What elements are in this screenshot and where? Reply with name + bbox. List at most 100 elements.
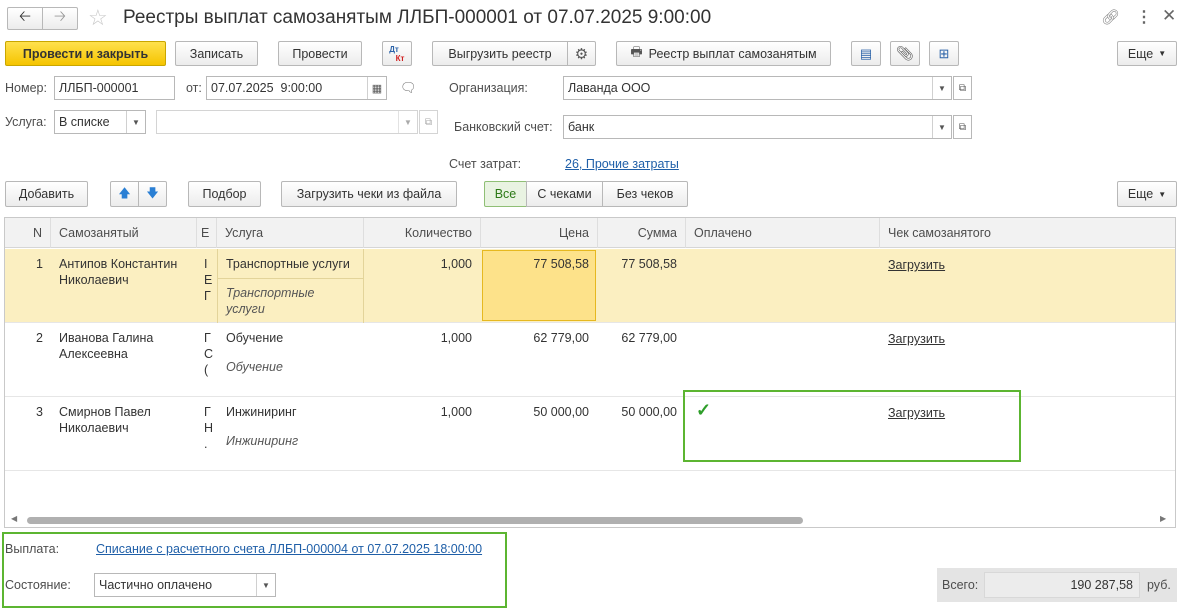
organization-value: Лаванда ООО	[568, 81, 651, 95]
save-button[interactable]: Записать	[175, 41, 258, 66]
service-dropdown[interactable]: ▼	[398, 111, 417, 133]
calendar-button[interactable]: ▦	[367, 77, 386, 99]
move-down-button[interactable]: 🡇	[138, 181, 167, 207]
table-row[interactable]: 1 Антипов Константин Николаевич І Е Г Тр…	[5, 249, 1175, 323]
arrow-down-icon: 🡇	[146, 185, 159, 200]
state-label: Состояние:	[5, 578, 71, 592]
col-check-label: Чек самозанятого	[888, 226, 991, 240]
col-header-n[interactable]: N	[5, 218, 51, 248]
move-up-button[interactable]: 🡅	[110, 181, 139, 207]
open-window-icon: ⧉	[424, 116, 433, 128]
number-value: ЛЛБП-000001	[59, 81, 139, 95]
service-mode-dropdown[interactable]: ▼	[126, 111, 145, 133]
kt-label: Кт	[395, 53, 405, 63]
caret-down-icon: ▼	[1158, 49, 1167, 58]
horizontal-scrollbar[interactable]: ◀ ▶	[5, 513, 1175, 527]
total-value: 190 287,58	[1070, 578, 1133, 592]
bank-account-dropdown[interactable]: ▼	[932, 116, 951, 138]
back-button[interactable]: 🡠	[7, 7, 43, 30]
attachments-button[interactable]: 📎︎	[890, 41, 920, 66]
col-paid-label: Оплачено	[694, 226, 752, 240]
service-field[interactable]: ▼	[156, 110, 418, 134]
highlight-paid-box	[683, 390, 1021, 462]
col-header-e[interactable]: Е	[197, 218, 217, 248]
bank-account-field[interactable]: банк ▼	[563, 115, 952, 139]
number-label: Номер:	[5, 81, 47, 95]
scroll-right-icon[interactable]: ▶	[1160, 514, 1166, 523]
organization-dropdown[interactable]: ▼	[932, 77, 951, 99]
person-line-1: Иванова Галина	[59, 331, 154, 345]
service-open-button[interactable]: ⧉	[419, 110, 438, 134]
pick-button[interactable]: Подбор	[188, 181, 261, 207]
upload-check-link[interactable]: Загрузить	[888, 332, 945, 346]
date-value: 07.07.2025 9:00:00	[211, 81, 323, 95]
col-header-sum[interactable]: Сумма	[598, 218, 686, 248]
export-registry-button[interactable]: Выгрузить реестр	[432, 41, 568, 66]
service-mode-value: В списке	[59, 115, 110, 129]
scrollbar-thumb[interactable]	[27, 517, 803, 524]
dt-kt-button[interactable]: Дт Кт	[382, 41, 412, 66]
table-more-label: Еще	[1127, 187, 1154, 201]
price-value: 77 508,58	[533, 257, 589, 271]
number-field[interactable]: ЛЛБП-000001	[54, 76, 175, 100]
cost-account-link[interactable]: 26, Прочие затраты	[565, 157, 679, 171]
e-line-2: С	[204, 347, 214, 361]
e-line-2: Е	[204, 273, 213, 287]
col-header-paid[interactable]: Оплачено	[686, 218, 880, 248]
calendar-icon: ▦	[371, 82, 383, 95]
col-person-label: Самозанятый	[59, 226, 139, 240]
export-settings-button[interactable]: ⚙	[567, 41, 596, 66]
organization-open-button[interactable]: ⧉	[953, 76, 972, 100]
col-qty-label: Количество	[404, 226, 472, 240]
comment-icon[interactable]: 🗨︎	[400, 80, 417, 96]
caret-down-icon: ▼	[938, 83, 946, 93]
service-desc-line-1: Обучение	[226, 360, 283, 374]
more-button[interactable]: Еще ▼	[1117, 41, 1177, 66]
scroll-left-icon[interactable]: ◀	[11, 514, 17, 523]
paperclip-icon: 📎︎	[896, 45, 914, 61]
state-dropdown[interactable]: ▼	[256, 574, 275, 596]
col-header-check[interactable]: Чек самозанятого	[880, 218, 1175, 248]
e-line-3: Г	[204, 289, 211, 303]
col-header-qty[interactable]: Количество	[364, 218, 481, 248]
organization-field[interactable]: Лаванда ООО ▼	[563, 76, 952, 100]
filter-without-checks-button[interactable]: Без чеков	[602, 181, 688, 207]
total-label: Всего:	[942, 578, 979, 592]
caret-down-icon: ▼	[262, 580, 270, 590]
service-mode-select[interactable]: В списке ▼	[54, 110, 146, 134]
post-and-close-button[interactable]: Провести и закрыть	[5, 41, 166, 66]
upload-check-link[interactable]: Загрузить	[888, 258, 945, 272]
forward-button[interactable]: 🡢	[42, 7, 78, 30]
filter-with-checks-button[interactable]: С чеками	[526, 181, 603, 207]
load-checks-button[interactable]: Загрузить чеки из файла	[281, 181, 457, 207]
close-icon[interactable]: ✕	[1162, 6, 1176, 26]
report-button[interactable]: ▤	[851, 41, 881, 66]
date-field[interactable]: 07.07.2025 9:00:00 ▦	[206, 76, 387, 100]
kebab-menu-icon[interactable]: ⋮	[1136, 7, 1152, 27]
e-line-2: Н	[204, 421, 214, 435]
post-button[interactable]: Провести	[278, 41, 362, 66]
col-header-service[interactable]: Услуга	[217, 218, 364, 248]
document-list-icon: ▤	[859, 45, 873, 61]
col-header-person[interactable]: Самозанятый	[51, 218, 197, 248]
print-registry-button[interactable]: 🖶 Реестр выплат самозанятым	[616, 41, 831, 66]
caret-down-icon: ▼	[132, 117, 140, 127]
caret-down-icon: ▼	[1158, 189, 1167, 199]
add-row-button[interactable]: Добавить	[5, 181, 88, 207]
table-row[interactable]: 2 Иванова Галина Алексеевна Г С ( Обучен…	[5, 323, 1175, 397]
bank-account-open-button[interactable]: ⧉	[953, 115, 972, 139]
favorite-star-icon[interactable]: ☆	[88, 5, 108, 31]
table-header: N Самозанятый Е Услуга Количество Цена С…	[5, 218, 1175, 248]
service-value: Инжиниринг	[226, 405, 297, 419]
state-select[interactable]: Частично оплачено ▼	[94, 573, 276, 597]
table-more-button[interactable]: Еще ▼	[1117, 181, 1177, 207]
payment-document-link[interactable]: Списание с расчетного счета ЛЛБП-000004 …	[96, 542, 482, 556]
service-value: Транспортные услуги	[226, 257, 350, 271]
filter-all-button[interactable]: Все	[484, 181, 527, 207]
service-value: Обучение	[226, 331, 284, 345]
col-header-price[interactable]: Цена	[481, 218, 598, 248]
dt-label: Дт	[389, 44, 399, 54]
service-label: Услуга:	[5, 115, 47, 129]
link-icon[interactable]: 🔗︎	[1101, 8, 1120, 26]
structure-button[interactable]: ⊞	[929, 41, 959, 66]
